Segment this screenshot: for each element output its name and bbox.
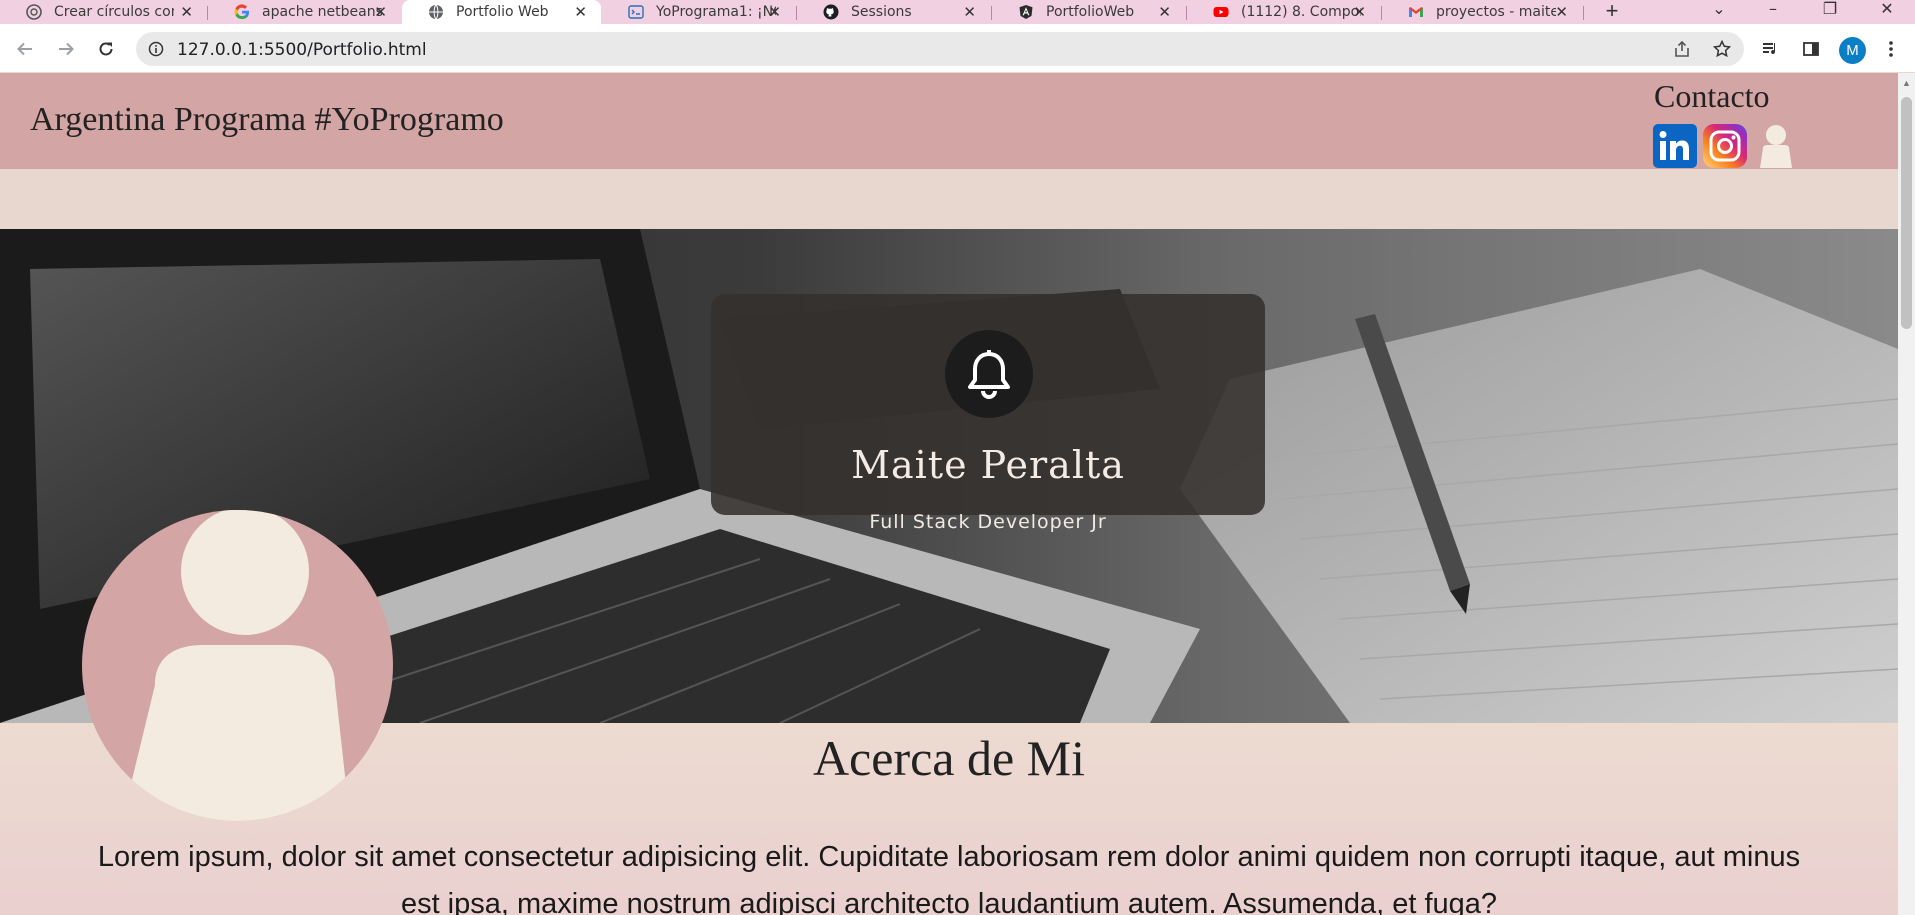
user-silhouette-icon: [122, 510, 350, 821]
media-controls-icon[interactable]: [1758, 37, 1782, 61]
browser-tab[interactable]: Sessions ✕: [797, 0, 990, 24]
restore-icon[interactable]: ❐: [1812, 0, 1848, 24]
globe-icon: [428, 4, 444, 20]
user-icon[interactable]: [1757, 124, 1795, 168]
close-icon[interactable]: ✕: [1158, 3, 1171, 21]
reload-button[interactable]: [94, 37, 118, 61]
tab-title: PortfolioWeb: [1046, 4, 1135, 20]
close-icon[interactable]: ✕: [374, 3, 387, 21]
close-icon[interactable]: ✕: [1353, 3, 1366, 21]
back-button[interactable]: [13, 37, 37, 61]
close-icon[interactable]: ✕: [768, 3, 781, 21]
forward-button[interactable]: [54, 37, 78, 61]
scroll-up-icon[interactable]: ▲: [1900, 78, 1913, 88]
arrow-right-icon: [59, 42, 74, 56]
bookmark-star-icon[interactable]: [1710, 37, 1734, 61]
reload-icon: [99, 42, 113, 56]
browser-tab[interactable]: Crear círculos con ✕: [0, 0, 207, 24]
scrollbar-thumb[interactable]: [1901, 97, 1912, 329]
site-brand[interactable]: Argentina Programa #YoProgramo: [30, 101, 504, 139]
close-icon[interactable]: ✕: [1555, 3, 1568, 21]
tab-title: proyectos - maite: [1436, 4, 1556, 20]
minimize-icon[interactable]: –: [1755, 0, 1791, 24]
window-close-icon[interactable]: ✕: [1869, 0, 1905, 24]
close-icon[interactable]: ✕: [574, 3, 587, 21]
nav-strip: [0, 169, 1898, 229]
browser-tab[interactable]: proyectos - maite ✕: [1382, 0, 1582, 24]
profile-name: Maite Peralta: [851, 443, 1125, 487]
youtube-icon: [1213, 4, 1229, 20]
browser-tab[interactable]: PortfolioWeb ✕: [992, 0, 1185, 24]
close-icon[interactable]: ✕: [963, 3, 976, 21]
about-paragraph: Lorem ipsum, dolor sit amet consectetur …: [97, 841, 1801, 915]
contact-heading: Contacto: [1654, 78, 1770, 114]
share-icon[interactable]: [1670, 37, 1694, 61]
tab-title: Crear círculos con: [54, 4, 174, 20]
tab-search-icon[interactable]: ⌄: [1701, 0, 1737, 24]
terminal-icon: [628, 4, 644, 20]
url-text[interactable]: 127.0.0.1:5500/Portfolio.html: [177, 40, 427, 60]
site-info-icon[interactable]: [148, 41, 164, 57]
browser-tab[interactable]: apache netbeans ✕: [208, 0, 401, 24]
side-panel-icon[interactable]: [1799, 37, 1823, 61]
page-viewport: Argentina Programa #YoProgramo Contacto: [0, 73, 1898, 915]
google-icon: [234, 4, 250, 20]
browser-tab[interactable]: (1112) 8. Compon ✕: [1187, 0, 1380, 24]
site-header: Argentina Programa #YoProgramo Contacto: [0, 73, 1898, 169]
browser-tab-strip: Crear círculos con ✕ apache netbeans ✕ P…: [0, 0, 1915, 24]
angular-icon: [1018, 4, 1034, 20]
tab-title: (1112) 8. Compon: [1241, 4, 1361, 20]
profile-role: Full Stack Developer Jr: [869, 511, 1107, 533]
tab-title: apache netbeans: [262, 4, 382, 20]
menu-kebab-icon[interactable]: [1879, 37, 1903, 61]
new-tab-button[interactable]: +: [1600, 0, 1624, 24]
chatgpt-icon: [26, 4, 42, 20]
tab-title: YoPrograma1: ¡NO: [656, 4, 776, 20]
github-icon: [823, 4, 839, 20]
tab-separator: [1583, 6, 1584, 20]
bell-icon[interactable]: [945, 330, 1033, 418]
arrow-left-icon: [17, 42, 32, 56]
instagram-icon[interactable]: [1703, 124, 1747, 168]
tab-title: Sessions: [851, 4, 912, 20]
tab-title: Portfolio Web: [456, 4, 549, 20]
avatar: [82, 510, 393, 821]
close-icon[interactable]: ✕: [180, 3, 193, 21]
gmail-icon: [1408, 4, 1424, 20]
browser-tab-active[interactable]: Portfolio Web ✕: [402, 0, 601, 24]
profile-avatar[interactable]: M: [1839, 37, 1866, 64]
browser-tab[interactable]: YoPrograma1: ¡NO ✕: [602, 0, 795, 24]
linkedin-icon[interactable]: [1653, 124, 1697, 168]
